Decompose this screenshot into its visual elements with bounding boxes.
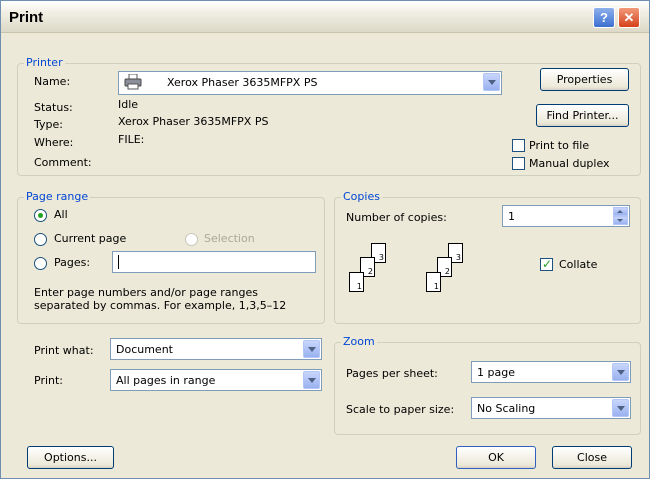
status-value: Idle xyxy=(118,98,139,111)
where-label: Where: xyxy=(34,136,74,149)
page-number: 1 xyxy=(356,282,362,291)
number-of-copies-input[interactable]: 1 xyxy=(502,205,630,227)
close-icon[interactable]: ✕ xyxy=(618,7,640,28)
chevron-down-icon[interactable] xyxy=(303,371,320,389)
pages-radio[interactable] xyxy=(34,257,47,270)
collate-checkbox[interactable] xyxy=(540,257,553,271)
ok-button[interactable]: OK xyxy=(456,446,536,469)
find-printer-button[interactable]: Find Printer... xyxy=(536,104,629,127)
print-what-value: Document xyxy=(116,343,173,356)
title-bar[interactable]: Print ? ✕ xyxy=(1,1,649,33)
pages-label[interactable]: Pages: xyxy=(54,256,90,269)
page-range-hint-line1: Enter page numbers and/or page ranges xyxy=(34,286,258,299)
collate-label[interactable]: Collate xyxy=(559,258,597,271)
scale-to-paper-value: No Scaling xyxy=(477,402,536,415)
spin-down-icon[interactable] xyxy=(613,216,628,225)
current-page-radio[interactable] xyxy=(34,233,47,246)
printer-icon xyxy=(124,74,142,90)
chevron-down-icon[interactable] xyxy=(612,399,629,417)
page-range-group-label: Page range xyxy=(24,190,91,203)
page-range-hint-line2: separated by commas. For example, 1,3,5–… xyxy=(34,299,287,312)
type-value: Xerox Phaser 3635MFPX PS xyxy=(118,115,269,128)
selection-label: Selection xyxy=(204,232,255,245)
page-number: 2 xyxy=(367,267,373,276)
scale-to-paper-label: Scale to paper size: xyxy=(346,403,455,416)
status-label: Status: xyxy=(34,101,73,114)
print-dialog: Print ? ✕ Printer Name: Xerox Phaser 363… xyxy=(0,0,650,479)
text-caret xyxy=(118,255,119,269)
zoom-group: Zoom xyxy=(334,335,641,435)
pages-input[interactable] xyxy=(112,251,316,273)
print-value: All pages in range xyxy=(116,374,216,387)
print-to-file-label[interactable]: Print to file xyxy=(529,139,589,152)
printer-name-select[interactable]: Xerox Phaser 3635MFPX PS xyxy=(118,71,502,95)
page-number: 1 xyxy=(433,282,439,291)
type-label: Type: xyxy=(34,118,63,131)
scale-to-paper-select[interactable]: No Scaling xyxy=(471,397,631,419)
name-label: Name: xyxy=(34,75,71,88)
zoom-group-label: Zoom xyxy=(341,335,377,348)
pages-per-sheet-select[interactable]: 1 page xyxy=(471,361,631,383)
all-radio[interactable] xyxy=(34,209,47,222)
chevron-down-icon[interactable] xyxy=(483,73,500,91)
pages-per-sheet-label: Pages per sheet: xyxy=(346,367,438,380)
number-of-copies-value: 1 xyxy=(508,210,515,223)
copies-spinner[interactable] xyxy=(613,207,628,225)
selection-radio xyxy=(185,233,198,246)
printer-group-label: Printer xyxy=(24,56,65,69)
manual-duplex-checkbox[interactable] xyxy=(512,157,525,170)
collate-page-1: 1 xyxy=(426,272,441,292)
manual-duplex-label[interactable]: Manual duplex xyxy=(529,157,610,170)
comment-label: Comment: xyxy=(34,156,92,169)
print-what-select[interactable]: Document xyxy=(110,338,322,360)
window-title: Print xyxy=(9,9,44,26)
chevron-down-icon[interactable] xyxy=(612,363,629,381)
where-value: FILE: xyxy=(118,133,145,146)
print-label: Print: xyxy=(34,374,64,387)
printer-name-value: Xerox Phaser 3635MFPX PS xyxy=(167,76,318,89)
collate-page-1: 1 xyxy=(349,272,364,292)
spin-up-icon[interactable] xyxy=(613,207,628,216)
page-number: 3 xyxy=(378,253,384,262)
print-to-file-checkbox[interactable] xyxy=(512,139,525,152)
page-number: 3 xyxy=(455,253,461,262)
properties-button[interactable]: Properties xyxy=(540,68,629,91)
page-number: 2 xyxy=(444,267,450,276)
current-page-label[interactable]: Current page xyxy=(54,232,126,245)
number-of-copies-label: Number of copies: xyxy=(346,211,447,224)
copies-group-label: Copies xyxy=(341,190,382,203)
help-icon[interactable]: ? xyxy=(593,7,615,28)
options-button[interactable]: Options... xyxy=(27,446,114,469)
print-select[interactable]: All pages in range xyxy=(110,369,322,391)
print-what-label: Print what: xyxy=(34,344,94,357)
all-label[interactable]: All xyxy=(54,208,68,221)
close-button[interactable]: Close xyxy=(552,446,632,469)
chevron-down-icon[interactable] xyxy=(303,340,320,358)
pages-per-sheet-value: 1 page xyxy=(477,366,515,379)
